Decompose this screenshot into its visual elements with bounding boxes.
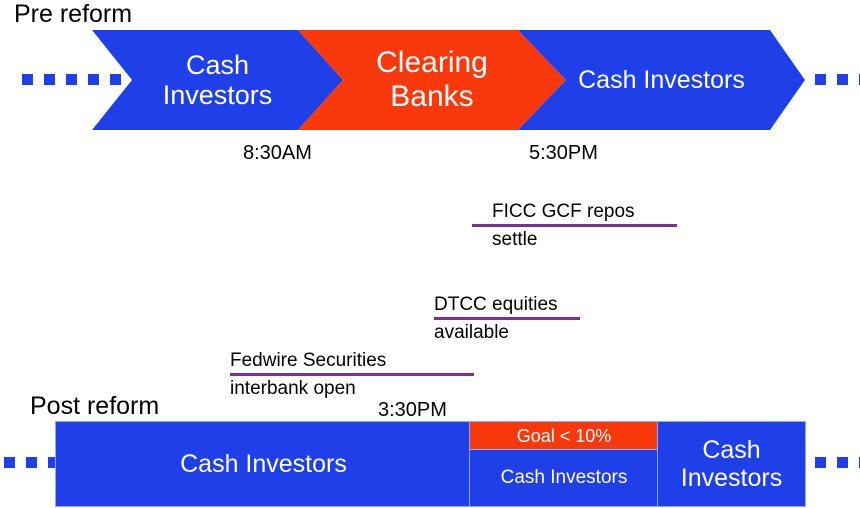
annotation-line2: settle (492, 229, 538, 251)
dot (44, 74, 55, 85)
post-bar-cash-investors-right: Cash Investors (657, 421, 806, 507)
dot (66, 74, 77, 85)
post-bar-cash-investors-left: Cash Investors (55, 421, 472, 507)
post-bar-middle-stack: Goal < 10% Cash Investors (469, 421, 659, 507)
dot (4, 457, 15, 468)
post-bar-cash-investors-middle: Cash Investors (469, 449, 659, 507)
dot (837, 74, 848, 85)
goal-label: Goal < 10% (516, 425, 612, 446)
time-label-close: 5:30PM (529, 142, 598, 164)
post-reform-title: Post reform (30, 392, 160, 420)
post-bar-label-line1: Cash (702, 436, 761, 464)
annotation-fedwire-securities: Fedwire Securities interbank open (230, 350, 474, 400)
chevron-label-line2: Investors (162, 80, 273, 110)
top-right-dotted-leader (815, 74, 860, 85)
diagram-canvas: Pre reform Cash Investors Clearing Banks… (0, 0, 860, 508)
annotation-underline (472, 224, 677, 228)
annotation-underline (434, 317, 580, 321)
annotation-line2: interbank open (230, 378, 356, 400)
top-left-dotted-leader (22, 74, 143, 85)
post-bar-label-line2: Investors (680, 464, 783, 492)
dot (22, 74, 33, 85)
chevron-label-line1: Cash (185, 49, 249, 80)
pre-reform-title: Pre reform (14, 0, 133, 28)
bottom-right-dotted-leader (815, 457, 860, 468)
dot (815, 74, 826, 85)
dot (26, 457, 37, 468)
annotation-line2: available (434, 322, 509, 344)
annotation-underline (230, 373, 474, 377)
dot (837, 457, 848, 468)
post-bar-goal-band: Goal < 10% (469, 421, 659, 451)
annotation-dtcc-equities: DTCC equities available (434, 294, 580, 344)
time-label-open: 8:30AM (243, 142, 312, 164)
chevron-label: Cash Investors (578, 66, 745, 94)
dot (110, 74, 121, 85)
annotation-ficc-gcf-repos: FICC GCF repos settle (472, 201, 677, 251)
time-label-post-reform: 3:30PM (378, 399, 447, 421)
annotation-line1: DTCC equities (434, 294, 558, 315)
chevron-label-line2: Banks (390, 80, 474, 113)
chevron-label-line1: Clearing (376, 46, 488, 80)
post-bar-label: Cash Investors (500, 467, 628, 489)
dot (815, 457, 826, 468)
annotation-line1: FICC GCF repos (492, 201, 635, 222)
post-bar-label: Cash Investors (180, 450, 347, 478)
dot (88, 74, 99, 85)
annotation-line1: Fedwire Securities (230, 350, 387, 371)
